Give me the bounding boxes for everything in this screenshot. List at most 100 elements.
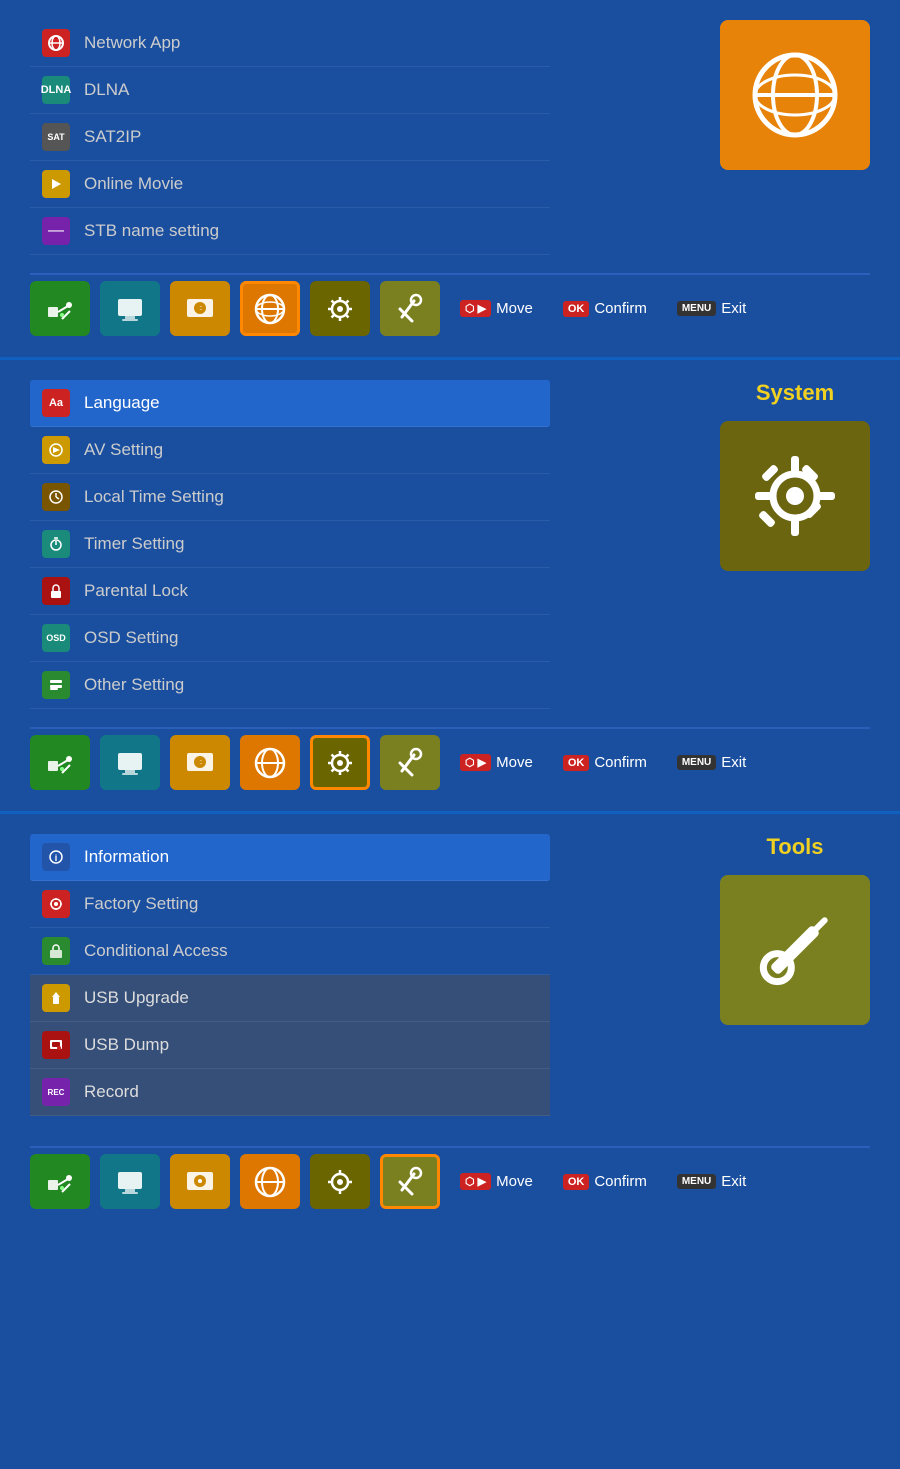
menu-item-factory[interactable]: Factory Setting [30, 881, 550, 928]
network-app-icon [42, 29, 70, 57]
sys-nav-satellite-btn[interactable] [30, 735, 90, 790]
sys-confirm-label: Confirm [594, 754, 647, 771]
tools-nav-media-btn[interactable] [170, 1154, 230, 1209]
menu-item-language[interactable]: Aa Language [30, 380, 550, 427]
tools-menu-list: i Information Factory Setting Conditiona… [30, 834, 550, 1116]
menu-item-av-setting[interactable]: AV Setting [30, 427, 550, 474]
information-icon: i [42, 843, 70, 871]
move-control: ⬡ ▶ Move [460, 300, 533, 317]
menu-item-sat2ip[interactable]: SAT SAT2IP [30, 114, 550, 161]
move-badge: ⬡ ▶ [460, 300, 491, 317]
menu-item-usb-dump[interactable]: USB Dump [30, 1022, 550, 1069]
usb-upgrade-label: USB Upgrade [84, 988, 189, 1008]
nav-satellite-btn[interactable] [30, 281, 90, 336]
ok-control[interactable]: OK Confirm [563, 300, 647, 317]
network-nav-bar: ⬡ ▶ Move OK Confirm MENU Exit [30, 273, 870, 342]
tools-nav-icons [30, 1154, 440, 1209]
other-label: Other Setting [84, 675, 184, 695]
tools-nav-tv-btn[interactable] [100, 1154, 160, 1209]
network-app-label: Network App [84, 33, 180, 53]
sys-ok-control[interactable]: OK Confirm [563, 754, 647, 771]
dlna-icon: DLNA [42, 76, 70, 104]
factory-icon [42, 890, 70, 918]
tools-ok-badge: OK [563, 1174, 590, 1190]
nav-media-btn[interactable] [170, 281, 230, 336]
system-nav-bar: ⬡ ▶ Move OK Confirm MENU Exit [30, 727, 870, 796]
network-section: Network App DLNA DLNA SAT SAT2IP Online … [0, 0, 900, 357]
nav-network-btn[interactable] [240, 281, 300, 336]
tools-menu-badge: MENU [677, 1174, 716, 1189]
tools-move-label: Move [496, 1173, 533, 1190]
menu-item-other[interactable]: Other Setting [30, 662, 550, 709]
factory-label: Factory Setting [84, 894, 198, 914]
network-nav-controls: ⬡ ▶ Move OK Confirm MENU Exit [460, 300, 746, 317]
tools-exit-control: MENU Exit [677, 1173, 746, 1190]
nav-system-btn[interactable] [310, 281, 370, 336]
sys-move-control: ⬡ ▶ Move [460, 754, 533, 771]
local-time-icon [42, 483, 70, 511]
tools-nav-satellite-btn[interactable] [30, 1154, 90, 1209]
sys-menu-badge: MENU [677, 755, 716, 770]
tools-nav-tools-btn[interactable] [380, 1154, 440, 1209]
stb-name-label: STB name setting [84, 221, 219, 241]
osd-icon: OSD [42, 624, 70, 652]
sys-nav-tools-btn[interactable] [380, 735, 440, 790]
confirm-label: Confirm [594, 300, 647, 317]
system-nav-icons [30, 735, 440, 790]
tools-main-icon [720, 875, 870, 1025]
tools-right-panel: Tools [720, 834, 870, 1116]
tools-ok-control[interactable]: OK Confirm [563, 1173, 647, 1190]
tools-nav-system-btn[interactable] [310, 1154, 370, 1209]
osd-label: OSD Setting [84, 628, 179, 648]
tools-section: i Information Factory Setting Conditiona… [0, 811, 900, 1230]
menu-badge: MENU [677, 301, 716, 316]
nav-tv-btn[interactable] [100, 281, 160, 336]
language-label: Language [84, 393, 160, 413]
menu-item-record[interactable]: REC Record [30, 1069, 550, 1116]
tools-confirm-label: Confirm [594, 1173, 647, 1190]
menu-item-information[interactable]: i Information [30, 834, 550, 881]
menu-item-network-app[interactable]: Network App [30, 20, 550, 67]
menu-item-usb-upgrade[interactable]: USB Upgrade [30, 975, 550, 1022]
exit-control: MENU Exit [677, 300, 746, 317]
system-main-icon [720, 421, 870, 571]
menu-item-osd[interactable]: OSD OSD Setting [30, 615, 550, 662]
sys-nav-media-btn[interactable] [170, 735, 230, 790]
nav-tools-btn[interactable] [380, 281, 440, 336]
sys-nav-system-btn[interactable] [310, 735, 370, 790]
tools-nav-bar: ⬡ ▶ Move OK Confirm MENU Exit [30, 1146, 870, 1215]
sys-nav-tv-btn[interactable] [100, 735, 160, 790]
av-setting-icon [42, 436, 70, 464]
network-right-panel [720, 20, 870, 255]
move-label: Move [496, 300, 533, 317]
menu-item-dlna[interactable]: DLNA DLNA [30, 67, 550, 114]
tools-move-control: ⬡ ▶ Move [460, 1173, 533, 1190]
sys-nav-network-btn[interactable] [240, 735, 300, 790]
menu-item-parental[interactable]: Parental Lock [30, 568, 550, 615]
tools-nav-network-btn[interactable] [240, 1154, 300, 1209]
menu-item-timer[interactable]: Timer Setting [30, 521, 550, 568]
tools-exit-label: Exit [721, 1173, 746, 1190]
menu-item-stb-name[interactable]: — STB name setting [30, 208, 550, 255]
conditional-label: Conditional Access [84, 941, 228, 961]
network-main-icon [720, 20, 870, 170]
timer-icon [42, 530, 70, 558]
svg-text:i: i [55, 853, 58, 863]
network-menu-list: Network App DLNA DLNA SAT SAT2IP Online … [30, 20, 550, 255]
sys-move-label: Move [496, 754, 533, 771]
system-nav-controls: ⬡ ▶ Move OK Confirm MENU Exit [460, 754, 746, 771]
online-movie-icon [42, 170, 70, 198]
system-menu-list: Aa Language AV Setting Local Time Settin… [30, 380, 550, 709]
system-section: Aa Language AV Setting Local Time Settin… [0, 357, 900, 811]
network-nav-icons [30, 281, 440, 336]
sat2ip-label: SAT2IP [84, 127, 141, 147]
usb-upgrade-icon [42, 984, 70, 1012]
other-icon [42, 671, 70, 699]
sat2ip-icon: SAT [42, 123, 70, 151]
menu-item-online-movie[interactable]: Online Movie [30, 161, 550, 208]
tools-title: Tools [766, 834, 823, 860]
menu-item-local-time[interactable]: Local Time Setting [30, 474, 550, 521]
menu-item-conditional[interactable]: Conditional Access [30, 928, 550, 975]
sys-move-badge: ⬡ ▶ [460, 754, 491, 771]
sys-exit-label: Exit [721, 754, 746, 771]
